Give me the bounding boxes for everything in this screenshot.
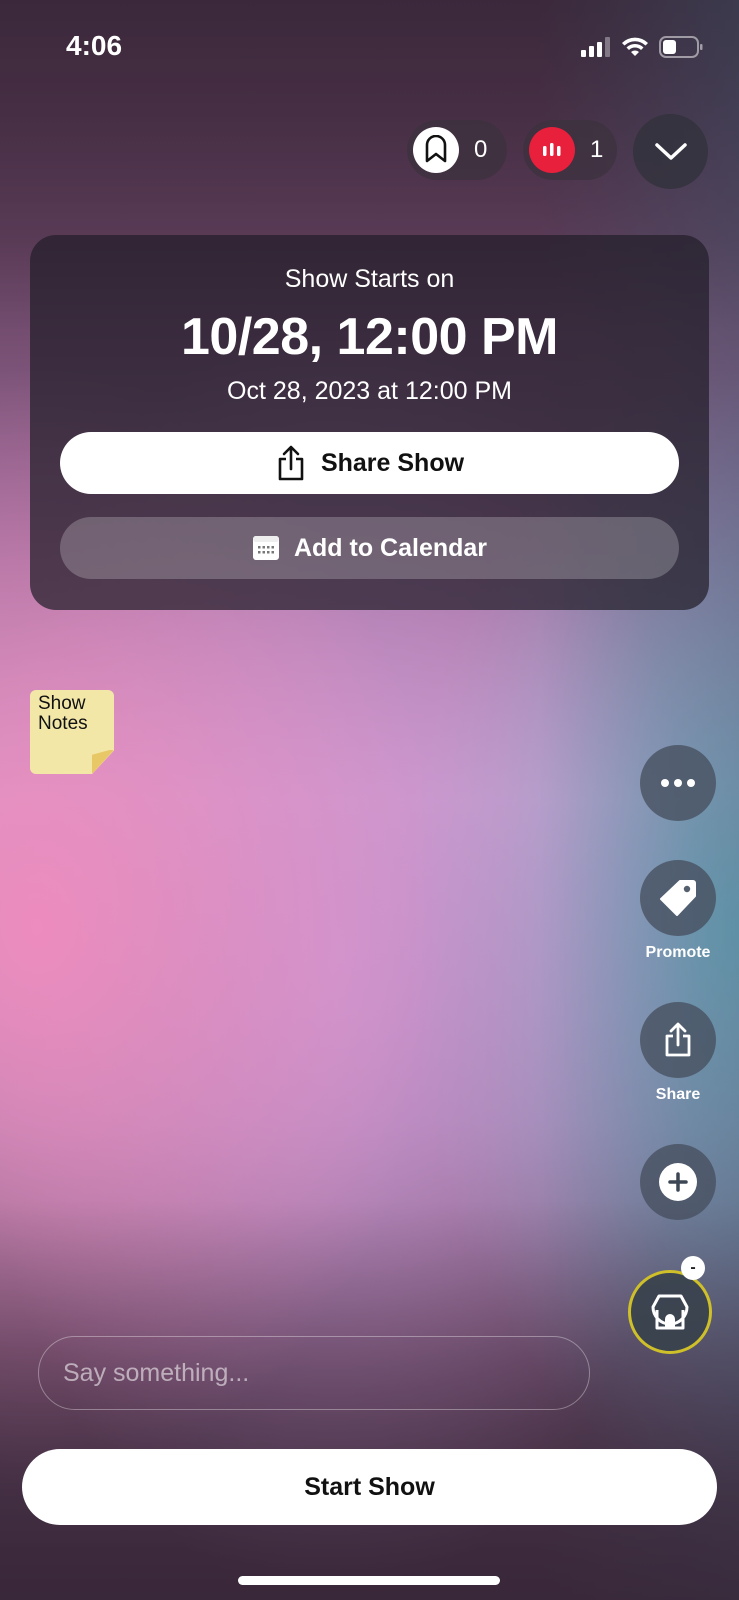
- calendar-icon: [252, 536, 279, 560]
- comment-input[interactable]: [38, 1336, 590, 1410]
- status-bar: 4:06: [0, 0, 739, 90]
- promote-button[interactable]: [640, 860, 716, 936]
- home-indicator[interactable]: [238, 1576, 500, 1585]
- share-show-label: Share Show: [320, 448, 465, 477]
- show-schedule-card: Show Starts on 10/28, 12:00 PM Oct 28, 2…: [30, 235, 709, 610]
- promote-label: Promote: [645, 944, 711, 961]
- shop-badge: -: [681, 1256, 705, 1280]
- viewers-counter[interactable]: 1: [523, 120, 617, 180]
- bookmark-icon: [413, 127, 459, 173]
- saved-count: 0: [474, 136, 488, 163]
- show-start-full-datetime: Oct 28, 2023 at 12:00 PM: [227, 377, 512, 405]
- chevron-down-icon: [654, 142, 687, 160]
- tag-icon: [660, 880, 696, 916]
- cellular-signal-icon: [581, 37, 610, 57]
- collapse-button[interactable]: [633, 114, 708, 189]
- plus-circle-icon: [659, 1163, 697, 1201]
- live-bars-icon: [529, 127, 575, 173]
- more-dots-icon: [661, 779, 695, 787]
- show-notes-label[interactable]: Show Notes: [38, 694, 88, 734]
- start-show-button[interactable]: Start Show: [22, 1449, 717, 1525]
- show-starts-label: Show Starts on: [284, 265, 455, 293]
- share-button[interactable]: [640, 1002, 716, 1078]
- saved-counter[interactable]: 0: [407, 120, 507, 180]
- share-icon: [278, 445, 304, 481]
- show-notes-line2: Notes: [38, 713, 88, 734]
- show-notes-line1: Show: [38, 693, 86, 714]
- share-icon: [665, 1022, 691, 1057]
- add-to-calendar-label: Add to Calendar: [293, 533, 488, 562]
- share-show-button[interactable]: Share Show: [60, 432, 679, 494]
- wifi-icon: [622, 37, 648, 56]
- add-button[interactable]: [640, 1144, 716, 1220]
- status-icons: [581, 36, 703, 58]
- more-options-button[interactable]: [640, 745, 716, 821]
- viewers-count: 1: [590, 136, 604, 163]
- storefront-icon: [651, 1294, 689, 1330]
- show-start-datetime: 10/28, 12:00 PM: [181, 308, 558, 366]
- share-label: Share: [655, 1086, 701, 1103]
- status-time: 4:06: [66, 30, 123, 61]
- add-to-calendar-button[interactable]: Add to Calendar: [60, 517, 679, 579]
- battery-icon: [659, 36, 703, 58]
- shop-button[interactable]: [628, 1270, 712, 1354]
